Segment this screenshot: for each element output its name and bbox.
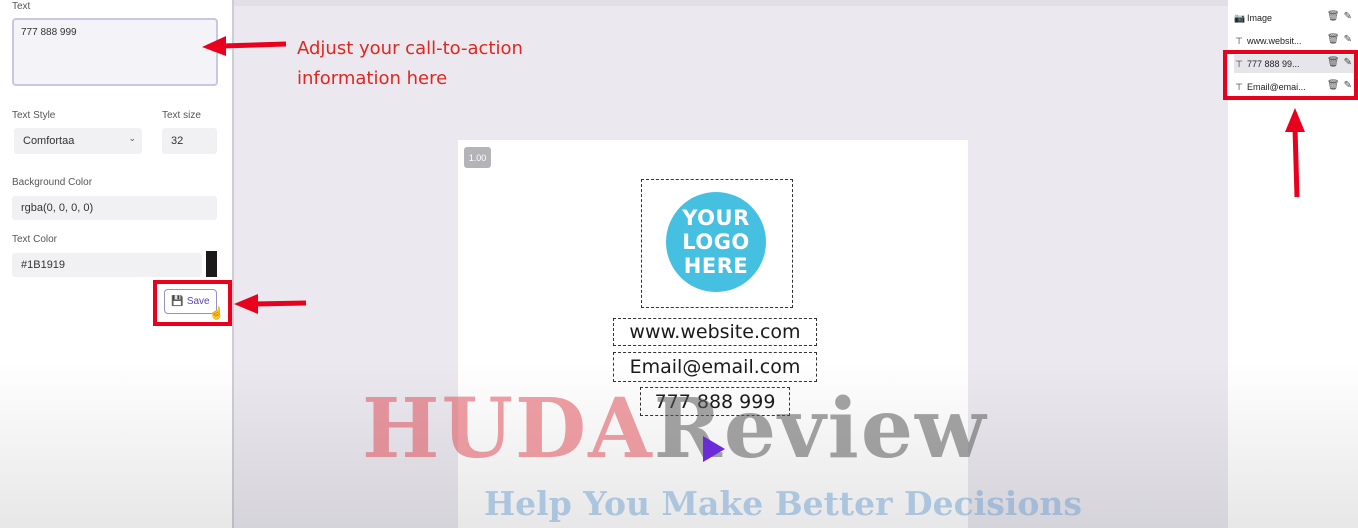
hand-cursor-icon: ☝ xyxy=(209,306,224,320)
edit-icon[interactable]: ✎ xyxy=(1344,34,1352,45)
trash-icon[interactable]: 🗑 xyxy=(1327,34,1340,45)
camera-icon: 📷 xyxy=(1234,12,1246,23)
background-color-input[interactable]: rgba(0, 0, 0, 0) xyxy=(12,196,217,220)
text-size-label: Text size xyxy=(162,110,201,121)
text-style-select[interactable]: Comfortaa ⌄ xyxy=(14,128,142,154)
instruction-line-2: information here xyxy=(297,68,448,89)
website-text-element[interactable]: www.website.com xyxy=(613,318,817,346)
layer-item-image[interactable]: 📷 Image 🗑 ✎ xyxy=(1234,9,1354,27)
zoom-badge: 1.00 xyxy=(464,147,491,168)
text-color-swatch[interactable] xyxy=(206,251,217,277)
chevron-down-icon: ⌄ xyxy=(128,133,136,143)
layer-label: Image xyxy=(1247,13,1273,23)
text-color-label: Text Color xyxy=(12,234,58,245)
text-label: Text xyxy=(12,1,31,12)
logo-line-3: HERE xyxy=(683,254,749,278)
watermark-logo: HUDAReview xyxy=(362,388,988,470)
layer-item-website[interactable]: ⊤ www.websit... 🗑 ✎ xyxy=(1234,32,1354,50)
logo-line-1: YOUR xyxy=(682,206,750,230)
watermark-part-1: HUDA xyxy=(362,381,654,477)
watermark-part-2: Review xyxy=(653,381,988,477)
background-color-label: Background Color xyxy=(12,177,93,188)
watermark-tagline: Help You Make Better Decisions xyxy=(484,484,1082,523)
text-color-input[interactable]: #1B1919 xyxy=(12,253,202,277)
play-icon[interactable] xyxy=(703,436,725,462)
logo-placeholder: YOUR LOGO HERE xyxy=(666,192,766,292)
text-size-input[interactable]: 32 xyxy=(162,128,217,154)
instruction-line-1: Adjust your call-to-action xyxy=(297,38,523,59)
layers-highlight-frame xyxy=(1223,50,1358,100)
logo-line-2: LOGO xyxy=(682,230,750,254)
text-input[interactable]: 777 888 999 xyxy=(12,18,218,86)
text-style-label: Text Style xyxy=(12,110,56,121)
instruction-annotation: Adjust your call-to-action information h… xyxy=(297,34,523,94)
text-icon: ⊤ xyxy=(1235,35,1243,46)
text-style-value: Comfortaa xyxy=(23,135,75,147)
save-button-label: Save xyxy=(186,296,210,307)
layer-label: www.websit... xyxy=(1247,36,1302,46)
top-bar xyxy=(234,0,1228,6)
trash-icon[interactable]: 🗑 xyxy=(1327,11,1340,22)
edit-icon[interactable]: ✎ xyxy=(1344,11,1352,22)
save-icon: 💾 xyxy=(171,296,184,307)
email-text-element[interactable]: Email@email.com xyxy=(613,352,817,382)
arrow-left-icon xyxy=(234,294,307,314)
